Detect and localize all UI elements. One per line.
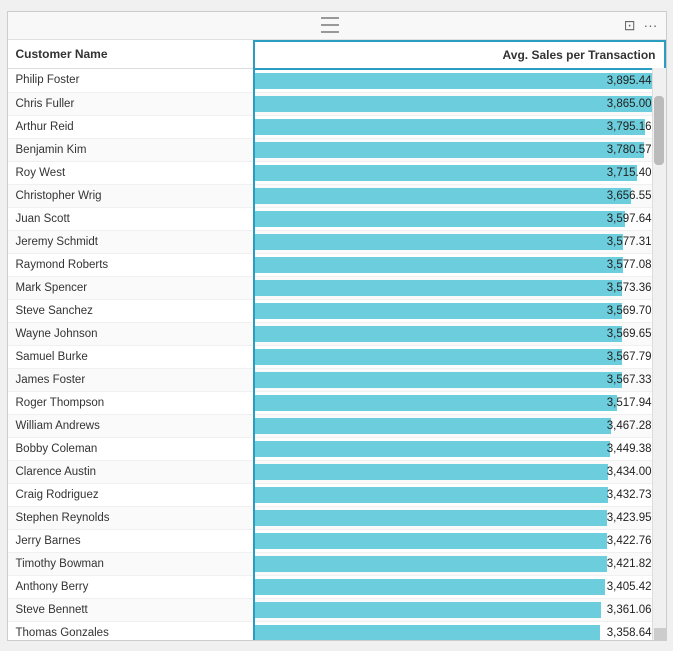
cell-name: Jeremy Schmidt bbox=[8, 230, 254, 253]
expand-icon[interactable]: ⊡ bbox=[624, 17, 636, 34]
table-row: Craig Rodriguez3,432.73 bbox=[8, 483, 665, 506]
cell-name: Thomas Gonzales bbox=[8, 621, 254, 640]
topbar-icons[interactable]: ⊡ ··· bbox=[624, 17, 658, 34]
table-row: Wayne Johnson3,569.65 bbox=[8, 322, 665, 345]
cell-name: Timothy Bowman bbox=[8, 552, 254, 575]
table-row: Benjamin Kim3,780.57 bbox=[8, 138, 665, 161]
cell-sales: 3,577.08 bbox=[254, 253, 665, 276]
cell-sales: 3,421.82 bbox=[254, 552, 665, 575]
table-row: Christopher Wrig3,656.55 bbox=[8, 184, 665, 207]
table-row: Roger Thompson3,517.94 bbox=[8, 391, 665, 414]
table-row: Jerry Barnes3,422.76 bbox=[8, 529, 665, 552]
cell-name: Steve Sanchez bbox=[8, 299, 254, 322]
table-row: Anthony Berry3,405.42 bbox=[8, 575, 665, 598]
col-header-sales[interactable]: Avg. Sales per Transaction bbox=[254, 41, 665, 69]
cell-name: Craig Rodriguez bbox=[8, 483, 254, 506]
table-row: Roy West3,715.40 bbox=[8, 161, 665, 184]
cell-sales: 3,567.33 bbox=[254, 368, 665, 391]
table-row: James Foster3,567.33 bbox=[8, 368, 665, 391]
table-container: Customer Name Avg. Sales per Transaction… bbox=[8, 40, 666, 640]
table-row: Timothy Bowman3,421.82 bbox=[8, 552, 665, 575]
cell-name: Arthur Reid bbox=[8, 115, 254, 138]
cell-name: Mark Spencer bbox=[8, 276, 254, 299]
cell-sales: 3,597.64 bbox=[254, 207, 665, 230]
cell-name: Bobby Coleman bbox=[8, 437, 254, 460]
table-row: Mark Spencer3,573.36 bbox=[8, 276, 665, 299]
cell-sales: 3,434.00 bbox=[254, 460, 665, 483]
table-row: Chris Fuller3,865.00 bbox=[8, 92, 665, 115]
cell-name: Steve Bennett bbox=[8, 598, 254, 621]
cell-name: Christopher Wrig bbox=[8, 184, 254, 207]
cell-sales: 3,895.44 bbox=[254, 69, 665, 93]
table-row: Steve Bennett3,361.06 bbox=[8, 598, 665, 621]
table-row: Thomas Gonzales3,358.64 bbox=[8, 621, 665, 640]
cell-name: Benjamin Kim bbox=[8, 138, 254, 161]
table-row: Raymond Roberts3,577.08 bbox=[8, 253, 665, 276]
cell-sales: 3,422.76 bbox=[254, 529, 665, 552]
cell-sales: 3,577.31 bbox=[254, 230, 665, 253]
cell-sales: 3,449.38 bbox=[254, 437, 665, 460]
cell-name: Juan Scott bbox=[8, 207, 254, 230]
cell-sales: 3,467.28 bbox=[254, 414, 665, 437]
cell-name: Samuel Burke bbox=[8, 345, 254, 368]
cell-name: Wayne Johnson bbox=[8, 322, 254, 345]
table-row: Bobby Coleman3,449.38 bbox=[8, 437, 665, 460]
topbar-center bbox=[321, 16, 339, 34]
cell-sales: 3,573.36 bbox=[254, 276, 665, 299]
table-row: Samuel Burke3,567.79 bbox=[8, 345, 665, 368]
cell-name: William Andrews bbox=[8, 414, 254, 437]
table-row: Arthur Reid3,795.16 bbox=[8, 115, 665, 138]
table-row: Steve Sanchez3,569.70 bbox=[8, 299, 665, 322]
cell-name: Roy West bbox=[8, 161, 254, 184]
table-row: Juan Scott3,597.64 bbox=[8, 207, 665, 230]
cell-sales: 3,423.95 bbox=[254, 506, 665, 529]
cell-name: Stephen Reynolds bbox=[8, 506, 254, 529]
cell-name: Roger Thompson bbox=[8, 391, 254, 414]
topbar: ⊡ ··· bbox=[8, 12, 666, 40]
cell-name: Raymond Roberts bbox=[8, 253, 254, 276]
cell-sales: 3,569.65 bbox=[254, 322, 665, 345]
cell-sales: 3,795.16 bbox=[254, 115, 665, 138]
table-row: Stephen Reynolds3,423.95 bbox=[8, 506, 665, 529]
table-wrapper[interactable]: Customer Name Avg. Sales per Transaction… bbox=[8, 40, 666, 640]
table-row: Philip Foster3,895.44 bbox=[8, 69, 665, 93]
col-header-name[interactable]: Customer Name bbox=[8, 41, 254, 69]
data-table: Customer Name Avg. Sales per Transaction… bbox=[8, 40, 666, 640]
cell-sales: 3,780.57 bbox=[254, 138, 665, 161]
cell-sales: 3,569.70 bbox=[254, 299, 665, 322]
cell-sales: 3,432.73 bbox=[254, 483, 665, 506]
main-window: ⊡ ··· Customer Name Avg. Sales per Trans… bbox=[7, 11, 667, 641]
cell-sales: 3,517.94 bbox=[254, 391, 665, 414]
more-icon[interactable]: ··· bbox=[643, 17, 657, 33]
table-row: Clarence Austin3,434.00 bbox=[8, 460, 665, 483]
cell-name: Jerry Barnes bbox=[8, 529, 254, 552]
cell-name: Anthony Berry bbox=[8, 575, 254, 598]
table-row: Jeremy Schmidt3,577.31 bbox=[8, 230, 665, 253]
cell-name: Chris Fuller bbox=[8, 92, 254, 115]
table-row: William Andrews3,467.28 bbox=[8, 414, 665, 437]
cell-sales: 3,865.00 bbox=[254, 92, 665, 115]
cell-name: Philip Foster bbox=[8, 69, 254, 93]
cell-sales: 3,361.06 bbox=[254, 598, 665, 621]
cell-sales: 3,567.79 bbox=[254, 345, 665, 368]
cell-name: Clarence Austin bbox=[8, 460, 254, 483]
cell-sales: 3,715.40 bbox=[254, 161, 665, 184]
cell-name: James Foster bbox=[8, 368, 254, 391]
cell-sales: 3,358.64 bbox=[254, 621, 665, 640]
cell-sales: 3,656.55 bbox=[254, 184, 665, 207]
cell-sales: 3,405.42 bbox=[254, 575, 665, 598]
